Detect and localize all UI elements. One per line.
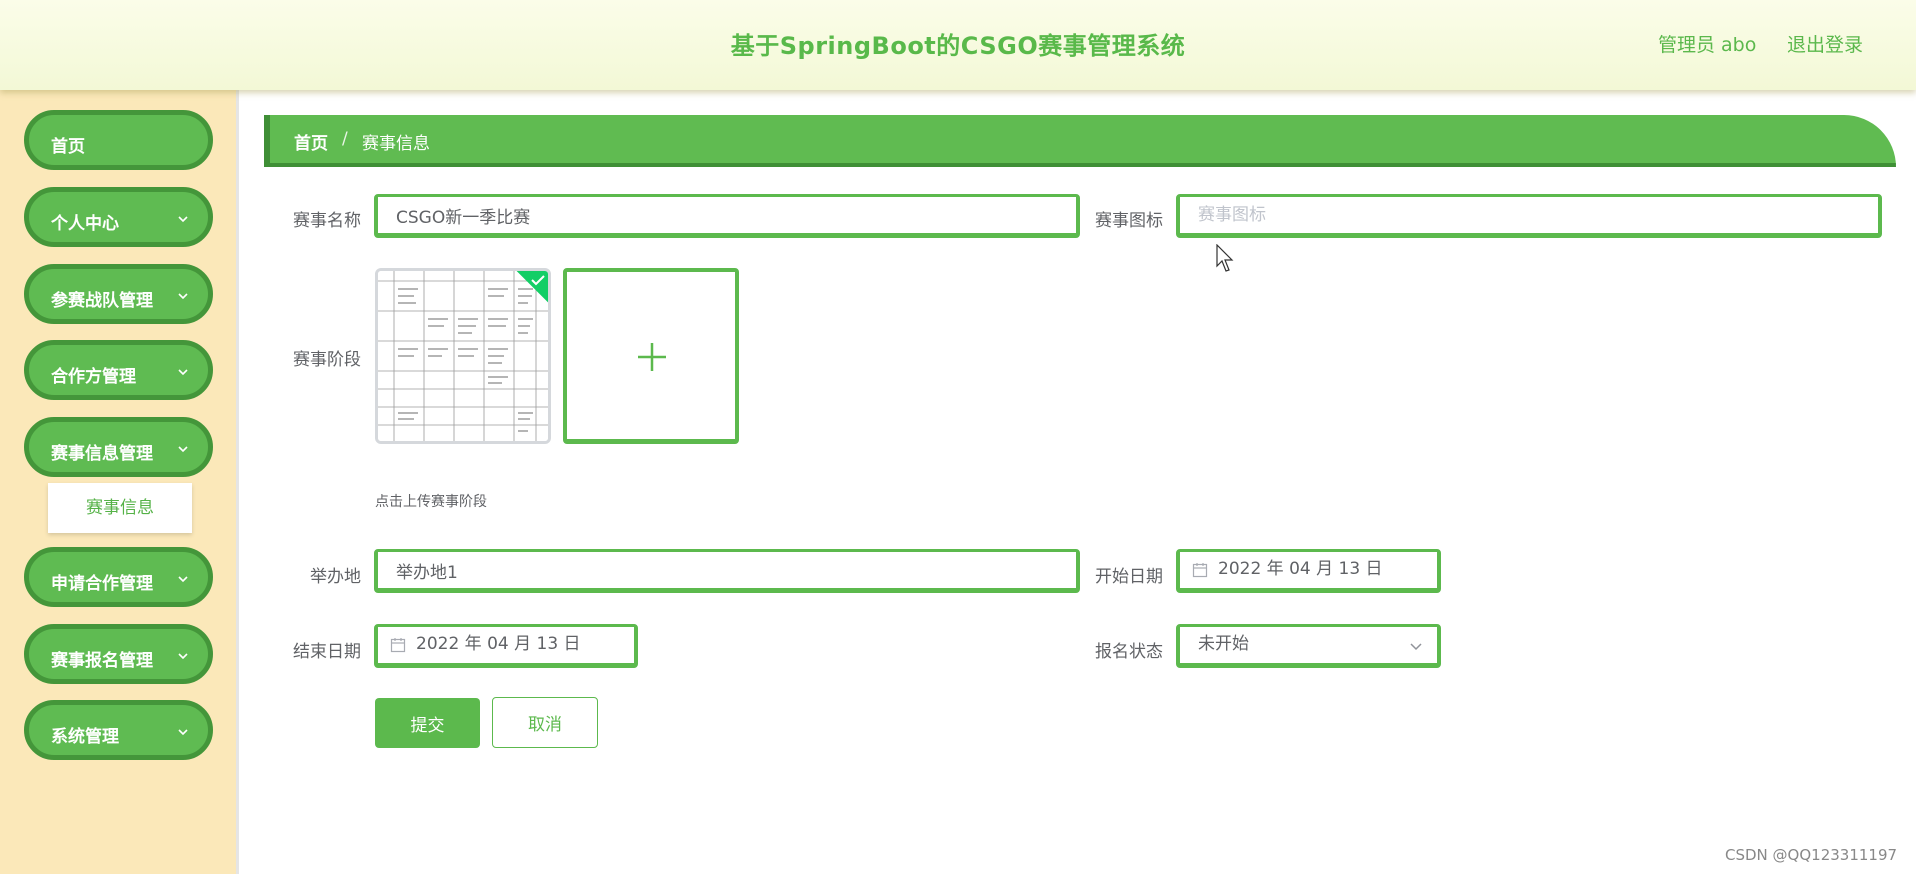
sidebar-item-event-info-management[interactable]: 赛事信息管理: [24, 417, 213, 477]
chevron-down-icon: [178, 369, 188, 376]
logout-link[interactable]: 退出登录: [1787, 30, 1863, 57]
event-name-input[interactable]: [374, 194, 1080, 238]
sidebar-item-label: 系统管理: [51, 727, 119, 747]
chevron-down-icon: [178, 729, 188, 736]
calendar-icon: [390, 638, 406, 653]
top-header: 基于SpringBoot的CSGO赛事管理系统 管理员 abo 退出登录: [0, 0, 1916, 90]
sidebar-item-label: 赛事信息管理: [51, 444, 153, 464]
start-date-value: 2022 年 04 月 13 日: [1218, 559, 1383, 579]
sidebar-item-label: 赛事报名管理: [51, 651, 153, 671]
sidebar-item-label: 首页: [51, 137, 85, 157]
app-title: 基于SpringBoot的CSGO赛事管理系统: [730, 32, 1186, 60]
start-date-picker[interactable]: 2022 年 04 月 13 日: [1176, 549, 1441, 593]
start-date-label: 开始日期: [1095, 567, 1163, 587]
event-name-label: 赛事名称: [293, 211, 361, 231]
chevron-down-icon: [178, 576, 188, 583]
check-icon: [531, 275, 545, 286]
event-stage-label: 赛事阶段: [293, 350, 361, 370]
upload-tip: 点击上传赛事阶段: [375, 494, 487, 510]
submit-button[interactable]: 提交: [375, 698, 480, 748]
end-date-value: 2022 年 04 月 13 日: [416, 634, 581, 654]
chevron-down-icon: [178, 446, 188, 453]
watermark: CSDN @QQ123311197: [1725, 846, 1898, 864]
schedule-table-thumbnail: [378, 271, 548, 441]
plus-icon: [638, 343, 666, 371]
event-icon-input[interactable]: [1176, 194, 1882, 238]
chevron-down-icon: [1410, 643, 1422, 651]
chevron-down-icon: [178, 293, 188, 300]
registration-status-select[interactable]: 未开始: [1176, 624, 1441, 668]
sidebar: 首页 个人中心 参赛战队管理 合作方管理 赛事信息管理 赛事信息 申请合作管理 …: [0, 90, 239, 874]
sidebar-item-registration-management[interactable]: 赛事报名管理: [24, 624, 213, 684]
sidebar-item-partner-management[interactable]: 合作方管理: [24, 340, 213, 400]
uploaded-stage-image[interactable]: [375, 268, 551, 444]
calendar-icon: [1192, 563, 1208, 578]
mouse-cursor-icon: [1216, 244, 1234, 272]
venue-input[interactable]: [374, 549, 1080, 593]
upload-stage-button[interactable]: [563, 268, 739, 444]
chevron-down-icon: [178, 216, 188, 223]
sidebar-item-home[interactable]: 首页: [24, 110, 213, 170]
sidebar-subitem-event-info[interactable]: 赛事信息: [48, 483, 192, 533]
current-user: 管理员 abo: [1658, 34, 1757, 56]
registration-status-value: 未开始: [1198, 634, 1249, 654]
end-date-picker[interactable]: 2022 年 04 月 13 日: [374, 624, 638, 668]
registration-status-label: 报名状态: [1095, 642, 1163, 662]
sidebar-item-personal-center[interactable]: 个人中心: [24, 187, 213, 247]
venue-label: 举办地: [310, 567, 361, 587]
breadcrumb-home[interactable]: 首页: [294, 129, 328, 154]
cancel-button[interactable]: 取消: [492, 697, 598, 748]
breadcrumb: 首页 / 赛事信息: [264, 115, 1896, 167]
chevron-down-icon: [178, 653, 188, 660]
breadcrumb-separator: /: [342, 129, 348, 149]
sidebar-item-label: 申请合作管理: [51, 574, 153, 594]
sidebar-item-label: 个人中心: [51, 214, 119, 234]
end-date-label: 结束日期: [293, 642, 361, 662]
event-icon-label: 赛事图标: [1095, 211, 1163, 231]
breadcrumb-current: 赛事信息: [362, 134, 430, 154]
sidebar-item-cooperation-application[interactable]: 申请合作管理: [24, 547, 213, 607]
sidebar-item-label: 参赛战队管理: [51, 291, 153, 311]
sidebar-item-team-management[interactable]: 参赛战队管理: [24, 264, 213, 324]
sidebar-item-system-management[interactable]: 系统管理: [24, 700, 213, 760]
sidebar-item-label: 合作方管理: [51, 367, 136, 387]
